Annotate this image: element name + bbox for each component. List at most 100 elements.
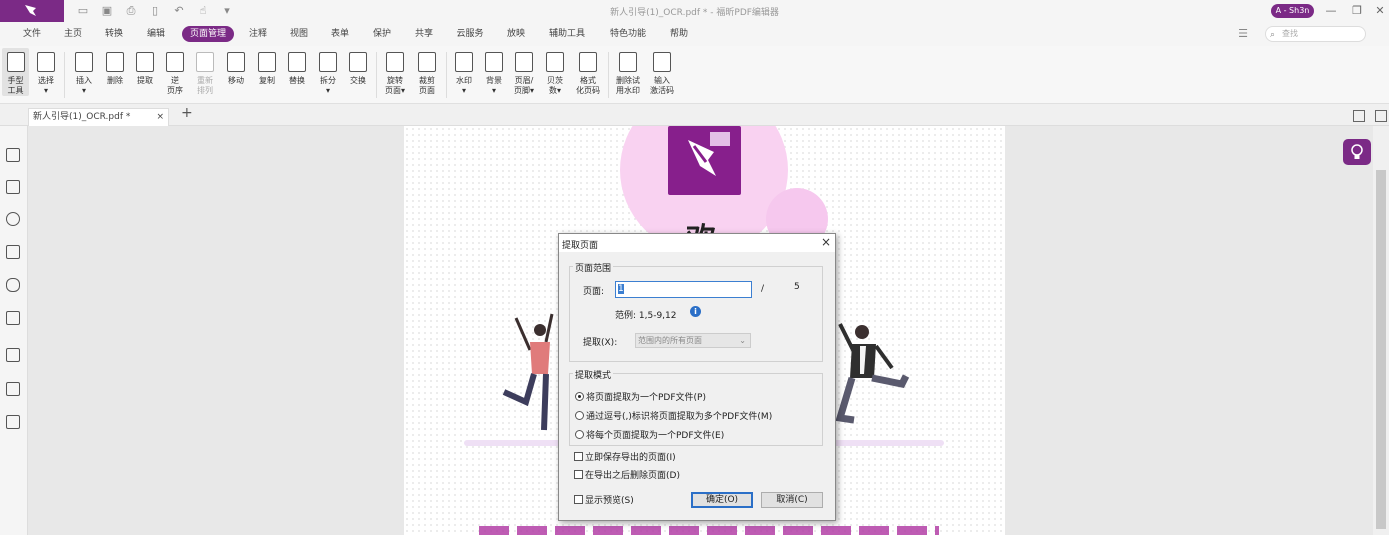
menu-slideshow[interactable]: 放映 bbox=[502, 26, 530, 42]
attachment-icon[interactable] bbox=[6, 278, 20, 292]
select-dropdown-icon: ▾ bbox=[43, 86, 48, 95]
tips-button[interactable] bbox=[1343, 139, 1371, 165]
menu-cloud[interactable]: 云服务 bbox=[450, 26, 490, 42]
close-window-icon[interactable]: ✕ bbox=[1372, 3, 1388, 19]
select-label: 选择 bbox=[38, 76, 54, 85]
bates-label-1: 贝茨 bbox=[547, 76, 563, 85]
mode-option-comma-split[interactable]: 通过逗号(,)标识将页面提取为多个PDF文件(M) bbox=[575, 409, 772, 422]
bookmark-icon[interactable] bbox=[6, 148, 20, 162]
save-immediately-checkbox[interactable]: 立即保存导出的页面(I) bbox=[574, 450, 676, 463]
checkbox[interactable] bbox=[574, 470, 583, 479]
radio-unselected[interactable] bbox=[575, 430, 584, 439]
scrollbar-thumb[interactable] bbox=[1376, 170, 1386, 529]
menu-form[interactable]: 表单 bbox=[326, 26, 354, 42]
activation-code-button[interactable]: 输入 激活码 bbox=[648, 52, 676, 96]
delete-page-button[interactable]: 删除 bbox=[103, 52, 127, 86]
cancel-button[interactable]: 取消(C) bbox=[761, 492, 823, 508]
security-lock-icon[interactable] bbox=[6, 311, 20, 325]
dialog-title-bar: 提取页面 × bbox=[559, 234, 835, 252]
replace-page-button[interactable]: 替换 bbox=[285, 52, 309, 86]
show-preview-checkbox[interactable]: 显示预览(S) bbox=[574, 493, 634, 506]
grid-view-icon[interactable] bbox=[1353, 110, 1365, 122]
menu-convert[interactable]: 转换 bbox=[100, 26, 128, 42]
layout-dropdown-icon[interactable]: ☰ bbox=[1236, 27, 1250, 41]
copy-label: 复制 bbox=[259, 76, 275, 85]
layers-icon[interactable] bbox=[6, 245, 20, 259]
insert-page-button[interactable]: 插入 ▾ bbox=[72, 52, 96, 96]
ribbon-toolbar: 手型 工具 选择 ▾ 插入 ▾ 删除 提取 逆页序 重新 排列 移动 复制 替换 拆分 ▾ bbox=[0, 46, 1389, 104]
reverse-order-icon bbox=[166, 52, 184, 72]
mode-option-single-pdf[interactable]: 将页面提取为一个PDF文件(P) bbox=[575, 390, 706, 403]
page-separator: / bbox=[761, 284, 765, 294]
header-footer-icon bbox=[515, 52, 533, 72]
checkbox[interactable] bbox=[574, 452, 583, 461]
move-label: 移动 bbox=[228, 76, 244, 85]
page-range-input[interactable]: 1 bbox=[615, 281, 752, 298]
menu-view[interactable]: 视图 bbox=[285, 26, 313, 42]
ok-button[interactable]: 确定(O) bbox=[691, 492, 753, 508]
menu-file[interactable]: 文件 bbox=[18, 26, 46, 42]
search-input[interactable]: ⌕ 查找 bbox=[1265, 26, 1366, 42]
vertical-scrollbar[interactable] bbox=[1373, 126, 1389, 535]
minimize-icon[interactable]: — bbox=[1323, 3, 1339, 19]
page-range-value: 1 bbox=[618, 284, 624, 294]
menu-bar: 文件 主页 转换 编辑 页面管理 注释 视图 表单 保护 共享 云服务 放映 辅… bbox=[0, 22, 1389, 46]
close-tab-icon[interactable]: × bbox=[156, 109, 164, 125]
delete-after-export-checkbox[interactable]: 在导出之后删除页面(D) bbox=[574, 468, 680, 481]
reverse-order-button[interactable]: 逆页序 bbox=[163, 52, 187, 96]
select-button[interactable]: 选择 ▾ bbox=[34, 52, 58, 96]
copy-page-button[interactable]: 复制 bbox=[255, 52, 279, 86]
menu-home[interactable]: 主页 bbox=[59, 26, 87, 42]
rotate-page-button[interactable]: 旋转 页面▾ bbox=[382, 52, 408, 96]
menu-accessibility[interactable]: 辅助工具 bbox=[543, 26, 591, 42]
menu-edit[interactable]: 编辑 bbox=[142, 26, 170, 42]
document-info-icon[interactable] bbox=[6, 348, 20, 362]
move-page-button[interactable]: 移动 bbox=[224, 52, 248, 86]
user-badge[interactable]: A - Sh3n bbox=[1271, 4, 1314, 18]
watermark-button[interactable]: 水印 ▾ bbox=[452, 52, 476, 96]
bates-number-icon bbox=[546, 52, 564, 72]
panel-toggle-icon[interactable] bbox=[1375, 110, 1387, 122]
dialog-close-icon[interactable]: × bbox=[819, 235, 833, 249]
menu-page-management[interactable]: 页面管理 bbox=[182, 26, 234, 42]
remove-trial-watermark-button[interactable]: 删除试 用水印 bbox=[613, 52, 643, 96]
menu-help[interactable]: 帮助 bbox=[665, 26, 693, 42]
comments-icon[interactable] bbox=[6, 212, 20, 226]
split-button[interactable]: 拆分 ▾ bbox=[316, 52, 340, 96]
extract-page-button[interactable]: 提取 bbox=[133, 52, 157, 86]
bates-number-button[interactable]: 贝茨 数▾ bbox=[542, 52, 568, 96]
extract-label: 提取 bbox=[137, 76, 153, 85]
reverse-label-1: 逆 bbox=[171, 76, 179, 85]
pages-icon[interactable] bbox=[6, 180, 20, 194]
ribbon-separator bbox=[64, 52, 65, 98]
info-icon[interactable]: i bbox=[690, 306, 701, 317]
compare-icon[interactable] bbox=[6, 415, 20, 429]
checkbox[interactable] bbox=[574, 495, 583, 504]
extract-scope-select[interactable]: 范围内的所有页面 ⌄ bbox=[635, 333, 751, 348]
signature-icon[interactable] bbox=[6, 382, 20, 396]
radio-unselected[interactable] bbox=[575, 411, 584, 420]
activation-code-icon bbox=[653, 52, 671, 72]
hand-tool-button[interactable]: 手型 工具 bbox=[2, 48, 29, 96]
menu-protect[interactable]: 保护 bbox=[368, 26, 396, 42]
rotate-label-1: 旋转 bbox=[387, 76, 403, 85]
mode-option-each-page[interactable]: 将每个页面提取为一个PDF文件(E) bbox=[575, 428, 724, 441]
total-pages: 5 bbox=[794, 282, 800, 292]
restore-icon[interactable]: ❐ bbox=[1349, 3, 1365, 19]
menu-share[interactable]: 共享 bbox=[410, 26, 438, 42]
format-page-number-button[interactable]: 格式 化页码 bbox=[574, 52, 602, 96]
menu-features[interactable]: 特色功能 bbox=[604, 26, 652, 42]
header-footer-button[interactable]: 页眉/页脚▾ bbox=[510, 52, 538, 96]
format-label-2: 化页码 bbox=[576, 86, 600, 95]
header-footer-label-2: 页脚▾ bbox=[513, 86, 534, 95]
background-button[interactable]: 背景 ▾ bbox=[482, 52, 506, 96]
swap-button[interactable]: 交换 bbox=[346, 52, 370, 86]
crop-page-button[interactable]: 裁剪 页面 bbox=[414, 52, 440, 96]
save-immediately-label: 立即保存导出的页面(I) bbox=[585, 453, 676, 463]
rearrange-button[interactable]: 重新 排列 bbox=[193, 52, 217, 96]
menu-comment[interactable]: 注释 bbox=[244, 26, 272, 42]
radio-selected[interactable] bbox=[575, 392, 584, 401]
document-tab[interactable]: 新人引导(1)_OCR.pdf * × bbox=[28, 108, 169, 126]
ribbon-separator bbox=[446, 52, 447, 98]
add-tab-icon[interactable]: + bbox=[181, 105, 193, 121]
